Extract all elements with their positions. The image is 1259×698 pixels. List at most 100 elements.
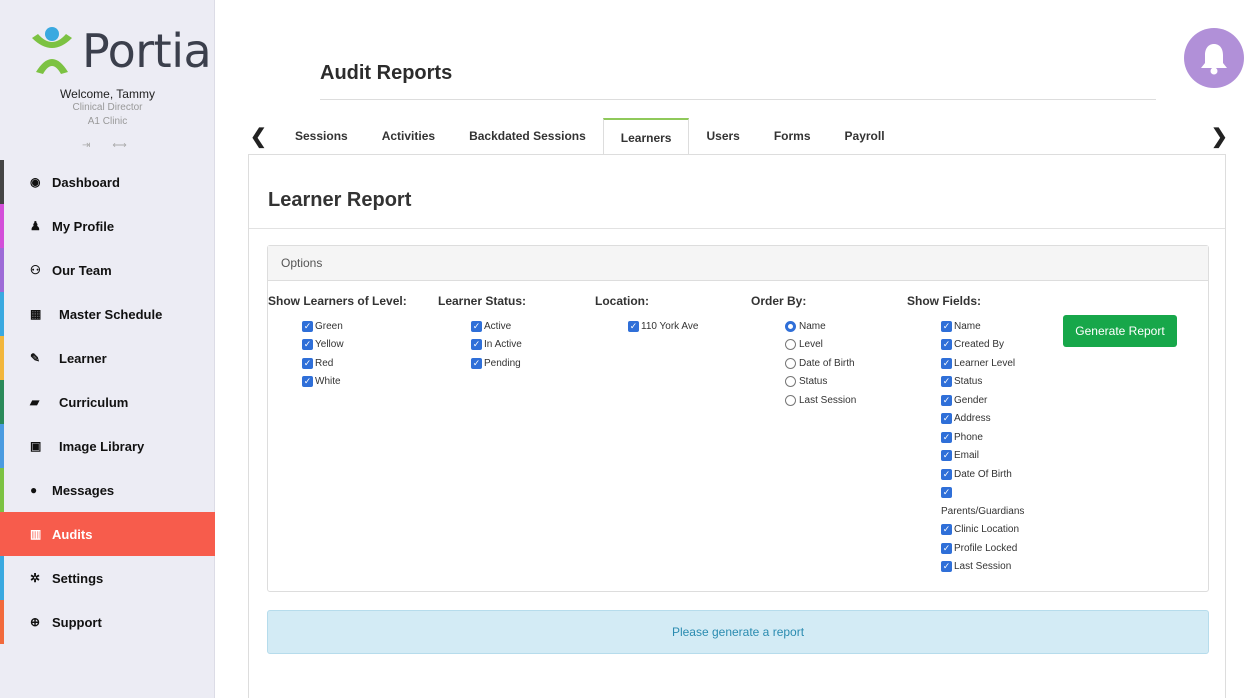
checkbox[interactable]: ✓ — [941, 431, 952, 443]
checkbox[interactable]: ✓ — [471, 357, 482, 369]
option-label: Last Session — [954, 561, 1012, 573]
notification-bell-button[interactable] — [1184, 28, 1244, 88]
status-option[interactable]: ✓ In Active — [471, 336, 526, 355]
levels-option[interactable]: ✓ Yellow — [302, 336, 407, 355]
sidebar-item-image-library[interactable]: ▣ Image Library — [0, 424, 215, 468]
radio-button[interactable] — [785, 376, 796, 388]
checkbox[interactable]: ✓ — [941, 542, 952, 554]
generate-report-button[interactable]: Generate Report — [1063, 315, 1177, 347]
sidebar-item-learner[interactable]: ✎ Learner — [0, 336, 215, 380]
fields-option[interactable]: ✓ Created By — [941, 336, 1024, 355]
brand-name: Portia — [82, 24, 212, 78]
checkbox[interactable]: ✓ — [941, 468, 952, 480]
option-label: In Active — [484, 339, 522, 351]
levels-option[interactable]: ✓ Green — [302, 317, 407, 336]
report-divider — [249, 228, 1225, 229]
fields-column: Show Fields: ✓ Name ✓ Created By ✓ Learner Le… — [907, 294, 1024, 576]
checkbox[interactable]: ✓ — [941, 357, 952, 369]
order-by-option[interactable]: Date of Birth — [785, 354, 856, 373]
radio-button[interactable] — [785, 394, 796, 406]
portia-logo[interactable]: Portia — [26, 22, 212, 78]
checkbox[interactable]: ✓ — [628, 320, 639, 332]
sidebar-item-my-profile[interactable]: ♟ My Profile — [0, 204, 215, 248]
tab-activities[interactable]: Activities — [365, 118, 452, 154]
fields-option[interactable]: ✓ Name — [941, 317, 1024, 336]
checkbox[interactable]: ✓ — [302, 376, 313, 388]
checkbox[interactable]: ✓ — [941, 487, 952, 499]
sidebar-item-settings[interactable]: ✲ Settings — [0, 556, 215, 600]
tab-learners[interactable]: Learners — [602, 118, 690, 155]
checkbox[interactable]: ✓ — [941, 394, 952, 406]
fields-option[interactable]: ✓ — [941, 484, 1024, 503]
tabs-prev-arrow-icon[interactable]: ❮ — [250, 124, 267, 149]
fields-option[interactable]: ✓ Clinic Location — [941, 521, 1024, 540]
radio-button[interactable] — [785, 357, 796, 369]
checkbox[interactable]: ✓ — [941, 450, 952, 462]
checkbox[interactable]: ✓ — [941, 376, 952, 388]
radio-button[interactable] — [785, 320, 796, 332]
option-label: Name — [954, 320, 981, 332]
fields-option[interactable]: ✓ Email — [941, 447, 1024, 466]
order-by-option[interactable]: Status — [785, 373, 856, 392]
gear-icon: ✲ — [30, 571, 41, 585]
levels-option[interactable]: ✓ White — [302, 373, 407, 392]
checkbox[interactable]: ✓ — [941, 413, 952, 425]
fields-option[interactable]: ✓ Learner Level — [941, 354, 1024, 373]
sidebar-item-label: My Profile — [52, 218, 115, 234]
tab-payroll[interactable]: Payroll — [828, 118, 902, 154]
option-label: Date of Birth — [799, 357, 855, 369]
sidebar-item-support[interactable]: ⊕ Support — [0, 600, 215, 644]
welcome-text: Welcome, Tammy — [60, 87, 155, 101]
sidebar-item-label: Settings — [52, 570, 104, 586]
chat-icon: ● — [30, 483, 38, 497]
checkbox[interactable]: ✓ — [302, 339, 313, 351]
sidebar-mini-icons: ⇥ ⟷ — [82, 140, 149, 151]
order-by-option[interactable]: Level — [785, 336, 856, 355]
checkbox[interactable]: ✓ — [302, 357, 313, 369]
sidebar-item-accent — [0, 380, 4, 424]
fields-option[interactable]: ✓ Phone — [941, 428, 1024, 447]
checkbox[interactable]: ✓ — [941, 320, 952, 332]
info-message: Please generate a report — [267, 610, 1209, 654]
sidebar-item-our-team[interactable]: ⚇ Our Team — [0, 248, 215, 292]
sidebar-nav: ◉ Dashboard ♟ My Profile ⚇ Our Team ▦ Master Sc… — [0, 160, 215, 644]
fields-option[interactable]: ✓ Profile Locked — [941, 539, 1024, 558]
logout-icon[interactable]: ⇥ — [82, 140, 90, 151]
checkbox[interactable]: ✓ — [471, 320, 482, 332]
collapse-icon[interactable]: ⟷ — [112, 140, 126, 151]
checkbox[interactable]: ✓ — [941, 561, 952, 573]
levels-column: Show Learners of Level: ✓ Green ✓ Yellow ✓ Re… — [268, 294, 407, 391]
tab-forms[interactable]: Forms — [757, 118, 828, 154]
option-label: Date Of Birth — [954, 468, 1012, 480]
fields-option[interactable]: ✓ Address — [941, 410, 1024, 429]
sidebar-item-curriculum[interactable]: ▰ Curriculum — [0, 380, 215, 424]
sidebar-item-messages[interactable]: ● Messages — [0, 468, 215, 512]
fields-option[interactable]: ✓ Date Of Birth — [941, 465, 1024, 484]
option-label: Red — [315, 357, 334, 369]
tabs-next-arrow-icon[interactable]: ❯ — [1211, 124, 1228, 149]
checkbox[interactable]: ✓ — [941, 524, 952, 536]
status-option[interactable]: ✓ Active — [471, 317, 526, 336]
fields-option[interactable]: ✓ Status — [941, 373, 1024, 392]
option-label: 110 York Ave — [641, 320, 699, 332]
tab-backdated-sessions[interactable]: Backdated Sessions — [452, 118, 603, 154]
checkbox[interactable]: ✓ — [941, 339, 952, 351]
location-option[interactable]: ✓ 110 York Ave — [628, 317, 698, 336]
order-by-option[interactable]: Name — [785, 317, 856, 336]
order-by-option[interactable]: Last Session — [785, 391, 856, 410]
sidebar-item-master-schedule[interactable]: ▦ Master Schedule — [0, 292, 215, 336]
levels-option[interactable]: ✓ Red — [302, 354, 407, 373]
sidebar-item-audits[interactable]: ▥ Audits — [0, 512, 215, 556]
tab-users[interactable]: Users — [689, 118, 756, 154]
radio-button[interactable] — [785, 339, 796, 351]
sidebar-item-dashboard[interactable]: ◉ Dashboard — [0, 160, 215, 204]
fields-option[interactable]: Parents/Guardians — [941, 502, 1024, 521]
tab-sessions[interactable]: Sessions — [278, 118, 365, 154]
checkbox[interactable]: ✓ — [302, 320, 313, 332]
checkbox[interactable]: ✓ — [471, 339, 482, 351]
status-option[interactable]: ✓ Pending — [471, 354, 526, 373]
fields-option[interactable]: ✓ Gender — [941, 391, 1024, 410]
fields-option[interactable]: ✓ Last Session — [941, 558, 1024, 577]
sidebar-item-label: Curriculum — [59, 394, 129, 410]
sidebar-item-accent — [0, 160, 4, 204]
